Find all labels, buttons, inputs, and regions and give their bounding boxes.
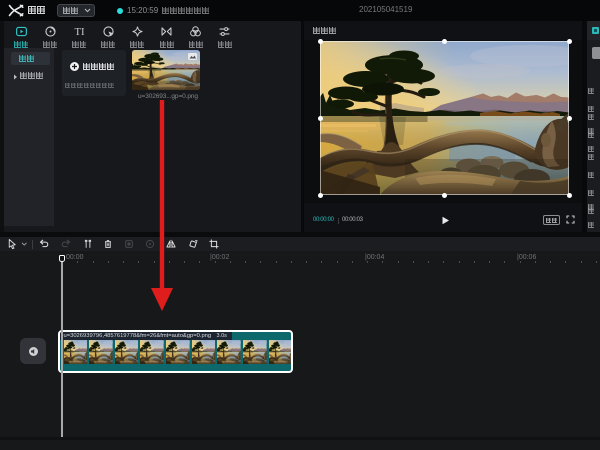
svg-text:TI: TI <box>74 27 84 38</box>
